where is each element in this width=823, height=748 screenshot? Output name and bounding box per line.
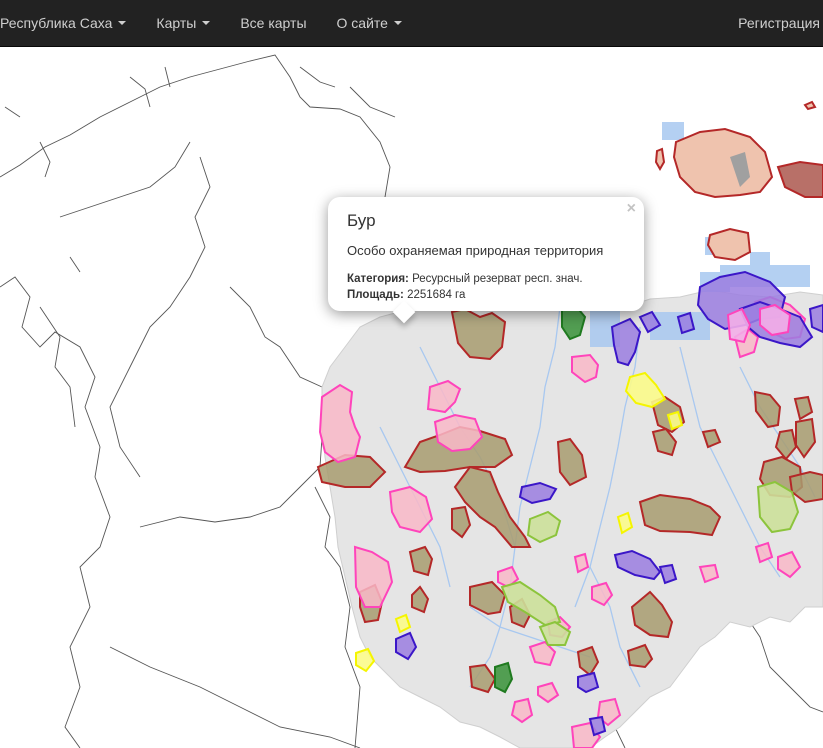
top-navbar: Республика Саха Карты Все карты О сайте … [0, 0, 823, 47]
map-canvas[interactable] [0, 47, 823, 748]
popup-area-value: 2251684 га [407, 289, 466, 301]
popup-category-row: Категория: Ресурсный резерват респ. знач… [347, 271, 626, 287]
popup-category-label: Категория: [347, 273, 409, 285]
register-label: Регистрация [738, 15, 820, 31]
popup-area-row: Площадь: 2251684 га [347, 287, 626, 303]
map-svg[interactable] [0, 47, 823, 748]
popup-category-value: Ресурсный резерват респ. знач. [412, 273, 583, 285]
nav-maps-label: Карты [156, 15, 197, 31]
nav-maps-dropdown[interactable]: Карты [141, 0, 225, 47]
chevron-down-icon [202, 21, 211, 25]
nav-about-dropdown[interactable]: О сайте [322, 0, 417, 47]
nav-all-maps-label: Все карты [240, 15, 307, 31]
popup-area-label: Площадь: [347, 289, 404, 301]
register-link[interactable]: Регистрация [723, 0, 823, 47]
popup-title: Бур [347, 211, 376, 230]
nav-republic-dropdown[interactable]: Республика Саха [0, 0, 141, 47]
nav-all-maps-link[interactable]: Все карты [225, 0, 321, 47]
map-popup: × Бур Особо охраняемая природная террито… [328, 197, 644, 324]
nav-republic-label: Республика Саха [0, 15, 113, 31]
chevron-down-icon [118, 21, 127, 25]
close-icon[interactable]: × [627, 201, 636, 217]
nav-about-label: О сайте [336, 15, 388, 31]
popup-subtitle: Особо охраняемая природная территория [347, 243, 604, 258]
chevron-down-icon [393, 21, 402, 25]
